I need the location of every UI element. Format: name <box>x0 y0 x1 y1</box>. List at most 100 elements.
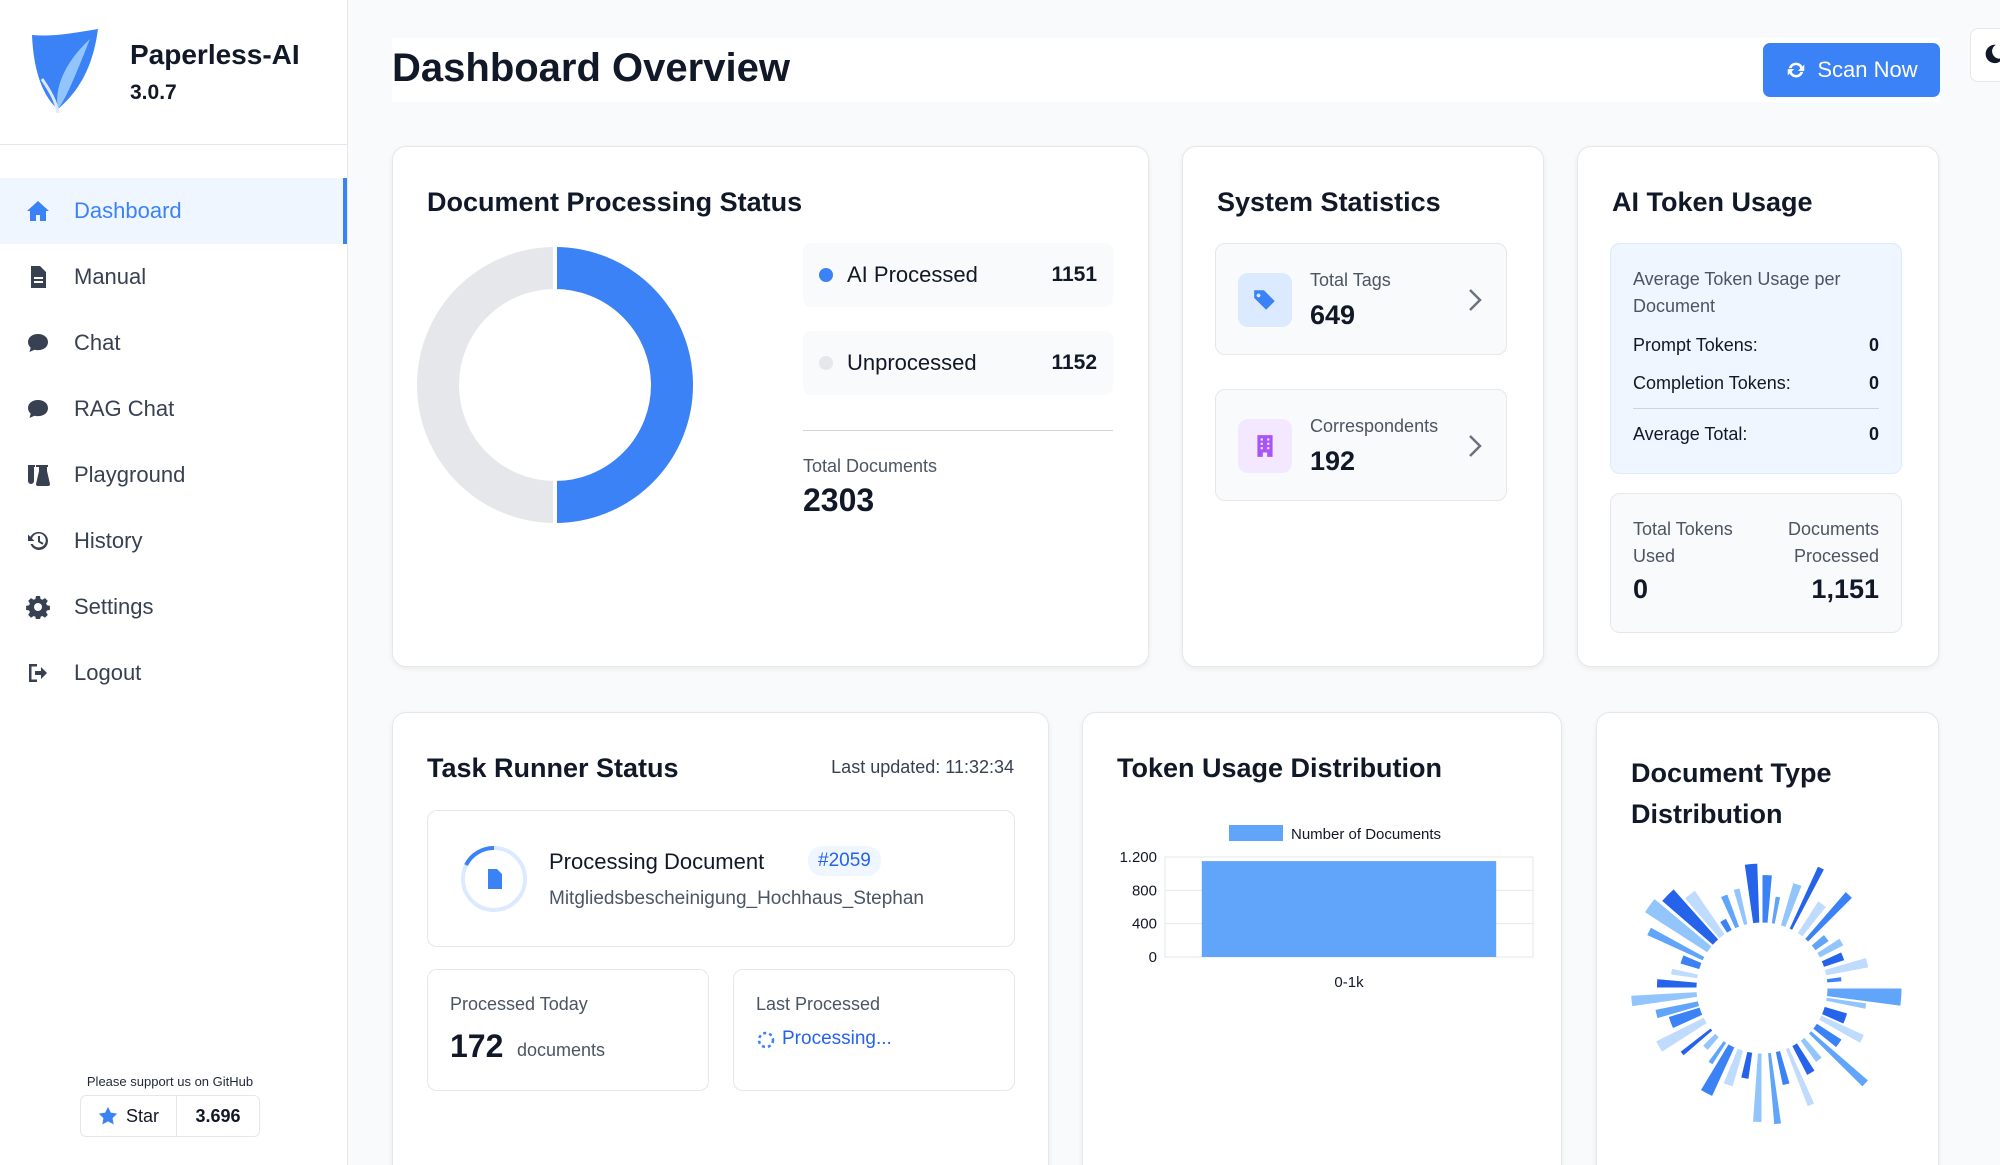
unprocessed-dot <box>819 356 833 370</box>
legend-unprocessed[interactable]: Unprocessed 1152 <box>803 331 1113 395</box>
card-title: System Statistics <box>1217 187 1441 217</box>
page-title: Dashboard Overview <box>392 46 790 90</box>
ai-token-usage-card: AI Token Usage Average Token Usage per D… <box>1577 146 1939 667</box>
chat-icon <box>24 395 52 423</box>
document-type-wedge[interactable] <box>1770 895 1782 925</box>
sidebar-item-label: Chat <box>74 330 121 355</box>
card-title: Token Usage Distribution <box>1117 753 1443 783</box>
unprocessed-value: 1152 <box>1051 351 1097 374</box>
system-statistics-card: System Statistics Total Tags 649 Corresp… <box>1182 146 1544 667</box>
document-type-wedge[interactable] <box>1752 1052 1763 1123</box>
sidebar-item-label: Dashboard <box>74 198 182 223</box>
logout-icon <box>24 659 52 687</box>
star-icon <box>98 1106 118 1125</box>
total-tags-value: 649 <box>1310 300 1356 330</box>
prompt-tokens-row: Prompt Tokens: 0 <box>1633 335 1879 356</box>
sidebar-item-chat[interactable]: Chat <box>0 310 347 376</box>
document-type-wedge[interactable] <box>1825 976 1843 984</box>
divider <box>1633 408 1879 409</box>
document-type-polar-chart <box>1630 862 1903 1126</box>
document-type-wedge[interactable] <box>1669 967 1700 980</box>
scan-now-label: Scan Now <box>1817 57 1918 82</box>
github-star-count[interactable]: 3.696 <box>177 1096 259 1136</box>
documents-processed-label: Documents Processed <box>1787 519 1879 566</box>
tags-icon-wrap <box>1238 273 1292 327</box>
completion-tokens-value: 0 <box>1868 373 1879 393</box>
unprocessed-label: Unprocessed <box>847 350 977 375</box>
total-documents-value: 2303 <box>803 482 875 518</box>
total-tokens-used-label: Total Tokens Used <box>1633 519 1733 566</box>
ai-processed-label: AI Processed <box>847 262 978 287</box>
divider <box>803 430 1113 431</box>
document-type-wedge[interactable] <box>1743 862 1761 925</box>
github-star[interactable]: Star <box>81 1096 177 1136</box>
sidebar-item-logout[interactable]: Logout <box>0 640 347 706</box>
total-tokens-used-value: 0 <box>1633 574 1649 604</box>
card-title: Document Processing Status <box>427 187 803 217</box>
document-type-wedge[interactable] <box>1655 978 1698 989</box>
brand[interactable]: Paperless-AI 3.0.7 <box>0 0 347 145</box>
sidebar-item-playground[interactable]: Playground <box>0 442 347 508</box>
total-tags-stat[interactable]: Total Tags 649 <box>1215 243 1507 355</box>
y-tick-label: 400 <box>1132 916 1157 933</box>
average-total-value: 0 <box>1868 424 1879 444</box>
leaf-logo-icon <box>32 29 98 114</box>
refresh-icon <box>1788 62 1805 78</box>
card-title: Task Runner Status <box>427 753 679 783</box>
sidebar-item-label: Playground <box>74 462 186 487</box>
app-version: 3.0.7 <box>130 81 177 104</box>
github-star-button[interactable]: Star 3.696 <box>80 1095 260 1137</box>
total-documents-label: Total Documents <box>803 456 938 476</box>
github-support: Please support us on GitHub Star 3.696 <box>80 1074 260 1137</box>
building-icon-wrap <box>1238 419 1292 473</box>
sidebar-item-dashboard[interactable]: Dashboard <box>0 178 347 244</box>
y-tick-label: 1.200 <box>1119 849 1157 866</box>
file-icon <box>24 263 52 291</box>
github-star-label: Star <box>125 1105 159 1126</box>
chevron-right-icon <box>1469 289 1482 311</box>
home-icon <box>24 197 52 225</box>
document-name: Mitgliedsbescheinigung_Hochhaus_Stephan <box>549 888 924 909</box>
average-token-heading: Average Token Usage per Document <box>1633 269 1841 316</box>
average-total-label: Average Total: <box>1633 424 1748 444</box>
sidebar-item-history[interactable]: History <box>0 508 347 574</box>
sidebar-item-label: Manual <box>74 264 147 289</box>
completion-tokens-row: Completion Tokens: 0 <box>1633 373 1879 394</box>
average-token-usage-box: Average Token Usage per Document Prompt … <box>1610 243 1902 474</box>
document-type-wedge[interactable] <box>1779 881 1803 929</box>
gear-icon <box>24 593 52 621</box>
processed-today-box: Processed Today 172 documents <box>427 969 709 1091</box>
sidebar-item-rag-chat[interactable]: RAG Chat <box>0 376 347 442</box>
processing-document-label: Processing Document <box>549 849 765 874</box>
card-title: AI Token Usage <box>1612 187 1813 217</box>
correspondents-stat[interactable]: Correspondents 192 <box>1215 389 1507 501</box>
document-type-wedge[interactable] <box>1761 874 1773 924</box>
theme-toggle-button[interactable] <box>1970 28 2000 82</box>
last-updated: Last updated: 11:32:34 <box>831 757 1014 777</box>
legend-ai-processed[interactable]: AI Processed 1151 <box>803 243 1113 307</box>
processed-today-unit: documents <box>517 1040 606 1060</box>
chevron-right-icon <box>1469 435 1482 457</box>
average-total-row: Average Total: 0 <box>1633 424 1879 445</box>
bar[interactable] <box>1201 861 1497 957</box>
legend-swatch <box>1229 825 1283 841</box>
card-title: Document Type Distribution <box>1631 758 1832 829</box>
document-id-badge[interactable]: #2059 <box>808 846 881 876</box>
last-processed-box: Last Processed Processing... <box>733 969 1015 1091</box>
sidebar-item-manual[interactable]: Manual <box>0 244 347 310</box>
total-tags-label: Total Tags <box>1310 270 1391 290</box>
x-tick-label: 0-1k <box>1334 974 1364 991</box>
building-icon <box>1257 435 1273 457</box>
correspondents-label: Correspondents <box>1310 416 1439 436</box>
task-runner-card: Task Runner Status Last updated: 11:32:3… <box>392 712 1049 1165</box>
last-processed-label: Last Processed <box>756 994 881 1014</box>
last-processed-value: Processing... <box>782 1028 892 1049</box>
sidebar-item-settings[interactable]: Settings <box>0 574 347 640</box>
legend-label: Number of Documents <box>1291 826 1441 843</box>
scan-now-button[interactable]: Scan Now <box>1763 43 1940 97</box>
token-distribution-bar-chart: Number of Documents 0 400 800 1.200 0-1k <box>1119 825 1534 991</box>
documents-processed-value: 1,151 <box>1811 574 1879 604</box>
donut-slice-ai-processed[interactable] <box>554 247 693 523</box>
processing-document-box: Processing Document #2059 Mitgliedsbesch… <box>427 810 1015 947</box>
sidebar-item-label: RAG Chat <box>74 396 175 421</box>
